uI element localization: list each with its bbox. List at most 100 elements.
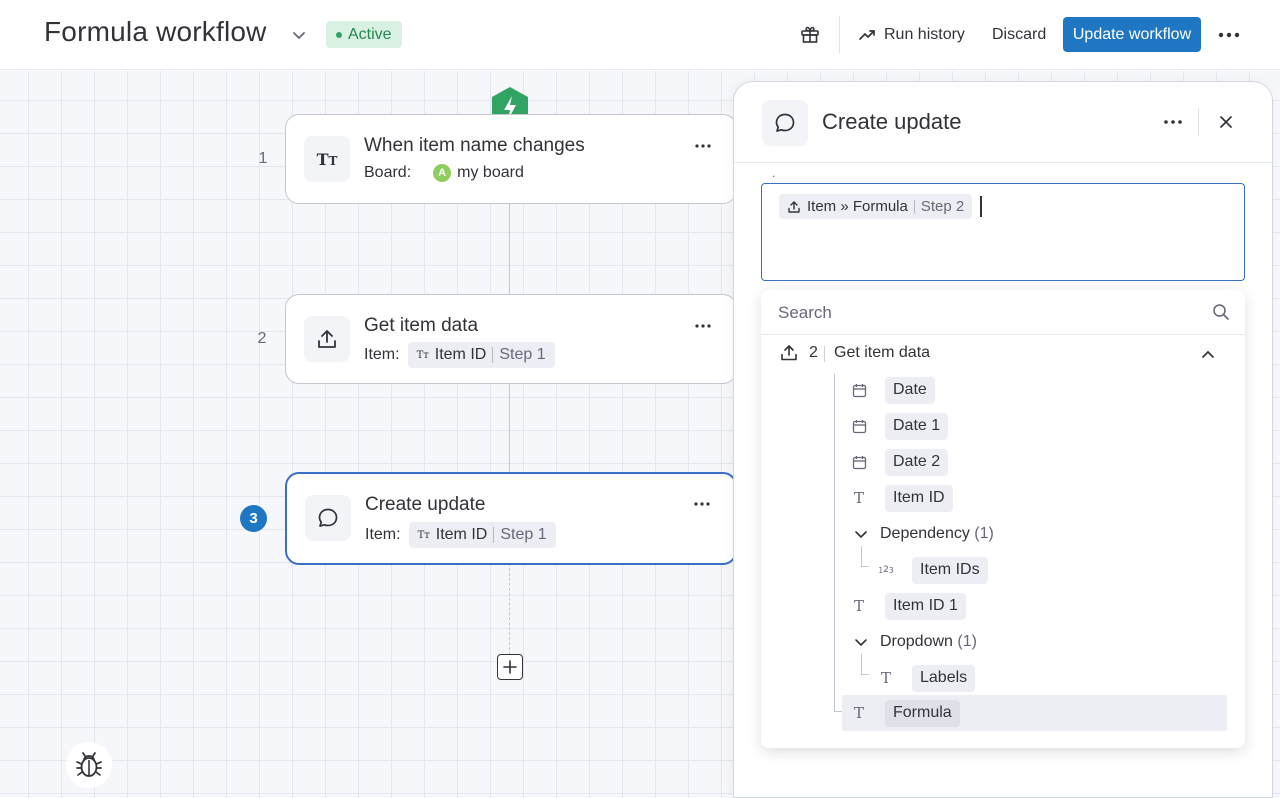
tree-line xyxy=(861,566,869,567)
tree-line xyxy=(861,674,869,675)
list-item-dropdown[interactable]: Dropdown (1) xyxy=(854,626,977,658)
item-chip: Date xyxy=(885,376,935,404)
status-dot xyxy=(336,31,342,38)
tree-line xyxy=(834,711,842,712)
step-title: When item name changes xyxy=(364,135,585,156)
text-icon: T xyxy=(853,704,864,722)
tree-line xyxy=(834,374,835,712)
plus-icon xyxy=(503,660,517,674)
list-item-item-ids[interactable]: 123 Item IDs xyxy=(877,554,988,586)
chip-step: Step 1 xyxy=(500,526,547,543)
panel-separator xyxy=(734,162,1272,163)
item-label: Item: xyxy=(365,526,401,543)
numbers-icon: 123 xyxy=(878,565,894,575)
item-id-chip[interactable]: Tт Item ID Step 1 xyxy=(407,342,555,368)
dropdown-count: (1) xyxy=(957,633,977,650)
step-card-trigger[interactable]: TT When item name changes Board: A my bo… xyxy=(285,114,737,204)
chip-field: Item ID xyxy=(435,526,488,543)
list-item-dependency[interactable]: Dependency (1) xyxy=(854,518,994,550)
chevron-down-icon[interactable] xyxy=(290,26,308,44)
bug-icon xyxy=(76,752,102,777)
text-type-icon: TT xyxy=(304,136,350,182)
comment-icon xyxy=(762,100,808,146)
discard-button[interactable]: Discard xyxy=(982,21,1056,49)
card-more-icon[interactable] xyxy=(694,319,712,333)
list-item-item-id-1[interactable]: T Item ID 1 xyxy=(850,590,966,622)
chevron-down-icon[interactable] xyxy=(854,635,868,649)
workflow-title[interactable]: Formula workflow xyxy=(44,16,267,48)
list-item-labels[interactable]: T Labels xyxy=(877,662,976,694)
step-card-get-item-data[interactable]: Get item data Item: Tт Item ID Step 1 xyxy=(285,294,737,384)
list-item-item-id[interactable]: T Item ID xyxy=(850,482,953,514)
run-history-label: Run history xyxy=(884,26,965,43)
debug-button[interactable] xyxy=(66,742,112,788)
comment-icon xyxy=(305,495,351,541)
calendar-icon xyxy=(850,381,868,399)
step-sub: Item: Tт Item ID Step 1 xyxy=(364,342,555,368)
item-id-chip[interactable]: Tт Item ID Step 1 xyxy=(408,522,556,548)
search-row xyxy=(761,290,1245,335)
step-settings-panel: Create update . Item » Formula Step 2 2 … xyxy=(733,81,1273,798)
run-history-button[interactable]: Run history xyxy=(858,21,965,49)
panel-title: Create update xyxy=(822,109,962,134)
text-icon: Tт xyxy=(416,349,429,361)
update-text-editor[interactable]: Item » Formula Step 2 xyxy=(761,183,1245,281)
gift-icon[interactable] xyxy=(798,22,822,46)
top-header: Formula workflow Active Run history Disc… xyxy=(0,0,1280,70)
dropdown-label: Dropdown xyxy=(880,633,953,650)
item-chip: Item ID 1 xyxy=(885,592,966,620)
field-label: . xyxy=(772,166,776,180)
group-label: Dependency (1) xyxy=(880,525,994,543)
connector-line xyxy=(509,204,510,296)
step-title: Get item data xyxy=(364,315,479,336)
step-title: Create update xyxy=(365,494,486,515)
step-number-2: 2 xyxy=(257,330,267,347)
list-item-date-1[interactable]: Date 1 xyxy=(850,410,949,442)
step-sub: Item: Tт Item ID Step 1 xyxy=(365,522,556,548)
upload-icon xyxy=(781,345,797,361)
status-badge: Active xyxy=(326,21,402,48)
update-workflow-button[interactable]: Update workflow xyxy=(1063,17,1201,52)
card-more-icon[interactable] xyxy=(693,497,711,511)
item-chip: Date 1 xyxy=(885,412,949,440)
header-divider xyxy=(839,16,840,54)
dependency-count: (1) xyxy=(974,525,994,542)
search-input[interactable] xyxy=(778,301,1198,325)
connector-dashed-line xyxy=(509,563,510,655)
chip-step: Step 1 xyxy=(499,346,546,363)
list-item-date[interactable]: Date xyxy=(850,374,935,406)
calendar-icon xyxy=(850,453,868,471)
group-label: Dropdown (1) xyxy=(880,633,977,651)
group-get-item-data[interactable]: 2 Get item data xyxy=(761,340,1245,368)
connector-line xyxy=(509,383,510,475)
upload-icon xyxy=(304,316,350,362)
formula-token[interactable]: Item » Formula Step 2 xyxy=(779,194,973,219)
item-chip: Item IDs xyxy=(912,556,988,584)
dependency-label: Dependency xyxy=(880,525,970,542)
item-chip: Labels xyxy=(912,664,976,692)
step-number-3: 3 xyxy=(240,505,267,532)
panel-more-icon[interactable] xyxy=(1162,115,1184,129)
chevron-up-icon[interactable] xyxy=(1201,347,1215,361)
board-label: Board: xyxy=(364,164,412,181)
group-step-number: 2 xyxy=(809,344,818,361)
text-icon: T xyxy=(880,669,891,687)
item-chip: Item ID xyxy=(885,484,953,512)
add-step-button[interactable] xyxy=(497,654,523,680)
search-icon[interactable] xyxy=(1212,303,1230,321)
text-icon: T xyxy=(853,489,864,507)
panel-divider xyxy=(1198,108,1199,136)
status-label: Active xyxy=(348,25,392,43)
board-name[interactable]: my board xyxy=(457,164,524,182)
list-item-date-2[interactable]: Date 2 xyxy=(850,446,949,478)
more-options-icon[interactable] xyxy=(1214,22,1244,48)
upload-icon xyxy=(788,200,800,213)
list-item-formula[interactable]: T Formula xyxy=(842,695,1227,731)
text-caret xyxy=(980,196,982,217)
close-icon[interactable] xyxy=(1216,112,1236,132)
step-number-1: 1 xyxy=(258,150,268,167)
step-card-create-update[interactable]: Create update Item: Tт Item ID Step 1 xyxy=(285,472,737,565)
chevron-down-icon[interactable] xyxy=(854,527,868,541)
card-more-icon[interactable] xyxy=(694,139,712,153)
item-chip: Date 2 xyxy=(885,448,949,476)
